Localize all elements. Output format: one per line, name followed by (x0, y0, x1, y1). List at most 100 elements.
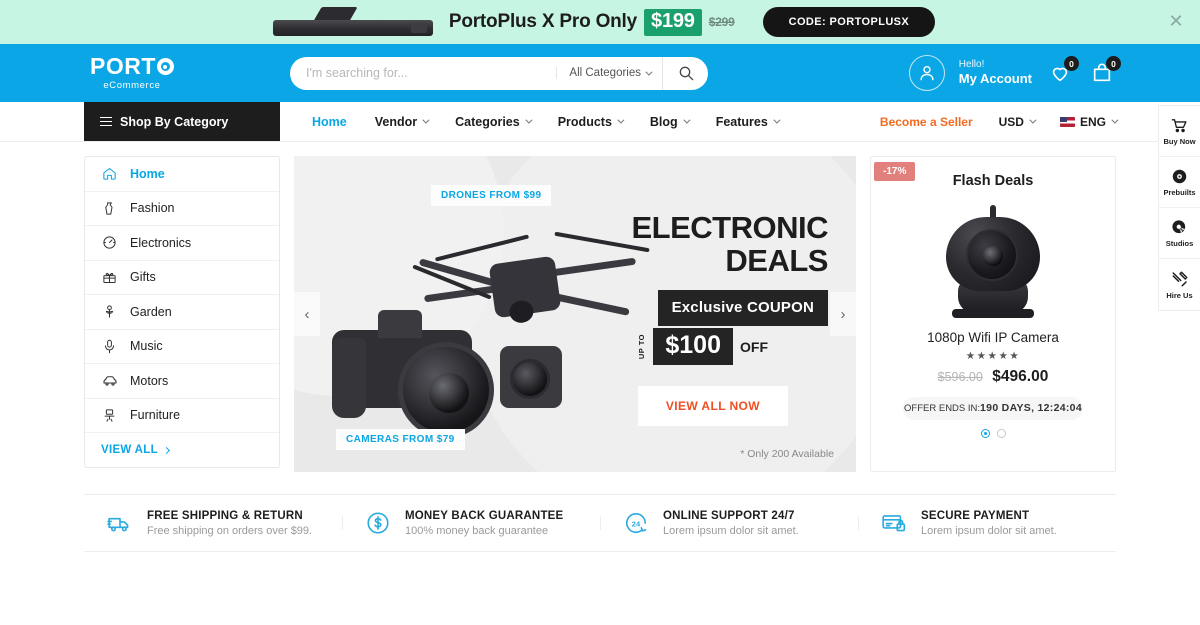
flash-product-image[interactable] (938, 203, 1048, 318)
discount-badge: -17% (874, 162, 916, 181)
logo[interactable]: PORT eCommerce (84, 55, 180, 91)
nav-item-label: Home (312, 114, 347, 129)
chevron-down-icon (645, 68, 653, 76)
promo-code-value: PORTOPLUSX (829, 16, 910, 28)
right-float-panel: Buy Now Prebuilts Studios Hire Us (1158, 105, 1200, 311)
sidebar-item-electronics[interactable]: Electronics (85, 226, 279, 261)
sidebar-item-gifts[interactable]: Gifts (85, 261, 279, 295)
promo-code-button[interactable]: CODE: PORTOPLUSX (762, 7, 936, 37)
sidebar-item-fashion[interactable]: Fashion (85, 192, 279, 226)
site-header: PORT eCommerce All Categories (0, 44, 1200, 102)
float-item-hire-us[interactable]: Hire Us (1159, 259, 1200, 310)
pagination-dot-1[interactable] (980, 429, 990, 438)
search-button[interactable] (662, 56, 708, 90)
cursor-target-icon (1172, 219, 1186, 233)
sidebar-item-label: Music (130, 339, 163, 354)
search-category-select[interactable]: All Categories (556, 67, 662, 79)
sidebar-item-home[interactable]: Home (85, 157, 279, 192)
carousel-prev-button[interactable]: ‹ (294, 292, 320, 336)
hero-upto-label: UP TO (637, 333, 647, 360)
float-item-label: Hire Us (1166, 290, 1193, 300)
hero-cta-button[interactable]: VIEW ALL NOW (637, 386, 788, 426)
nav-item-categories[interactable]: Categories (455, 115, 533, 129)
feature-title: SECURE PAYMENT (921, 509, 1030, 522)
currency-label: USD (998, 114, 1024, 129)
feature-subtitle: Lorem ipsum dolor sit amet. (663, 524, 799, 537)
promo-headline: PortoPlus X Pro Only (448, 11, 638, 32)
gift-icon (101, 269, 118, 286)
coupon-bold-text: COUPON (746, 299, 814, 316)
chevron-down-icon (525, 116, 533, 124)
cart-button[interactable]: 0 (1088, 56, 1121, 87)
float-item-prebuilts[interactable]: Prebuilts (1159, 157, 1200, 208)
account-greeting: Hello! (958, 58, 985, 70)
nav-item-blog[interactable]: Blog (650, 115, 691, 129)
sidebar-item-label: Garden (130, 304, 172, 319)
sidebar-item-motors[interactable]: Motors (85, 364, 279, 399)
nav-item-vendor[interactable]: Vendor (375, 115, 430, 129)
flash-product-name[interactable]: 1080p Wifi IP Camera (871, 330, 1115, 345)
action-camera-image (500, 346, 562, 408)
logo-subtitle: eCommerce (103, 80, 161, 91)
account-name: My Account (958, 71, 1032, 87)
feature-subtitle: Lorem ipsum dolor sit amet. (921, 524, 1057, 537)
close-icon[interactable]: ✕ (1166, 12, 1186, 32)
search-bar: All Categories (290, 56, 708, 90)
sidebar-item-label: Fashion (130, 201, 175, 216)
shop-by-category-button[interactable]: Shop By Category (84, 102, 280, 141)
avatar[interactable] (908, 55, 945, 91)
disc-icon (1172, 169, 1187, 183)
feature-subtitle: Free shipping on orders over $99. (147, 524, 313, 537)
search-category-label: All Categories (569, 67, 641, 79)
card-lock-icon (880, 509, 908, 537)
hero-title: ELECTRONIC DEALS (632, 211, 829, 278)
logo-o-icon (156, 58, 174, 75)
sidebar-item-furniture[interactable]: Furniture (85, 399, 279, 433)
logo-main-text: PORT (90, 53, 156, 79)
flash-prices: $596.00 $496.00 (871, 368, 1115, 386)
home-icon (101, 165, 118, 182)
nav-item-features[interactable]: Features (715, 114, 781, 129)
support-24-icon: 24 (622, 509, 650, 537)
svg-text:24: 24 (632, 519, 641, 528)
hero-title-line2: DEALS (725, 243, 828, 279)
sidebar-item-label: Motors (130, 373, 169, 388)
search-input[interactable] (290, 66, 557, 80)
wishlist-button[interactable]: 0 (1046, 56, 1079, 87)
chevron-right-icon (162, 446, 170, 454)
currency-selector[interactable]: USD (998, 114, 1037, 129)
nav-item-label: Features (715, 114, 768, 129)
user-icon (920, 65, 934, 81)
language-selector[interactable]: ENG (1059, 114, 1119, 129)
chevron-down-icon (1111, 116, 1119, 124)
become-a-seller-link[interactable]: Become a Seller (880, 115, 973, 129)
flash-old-price: $596.00 (937, 370, 983, 384)
wishlist-count: 0 (1064, 56, 1079, 71)
sidebar-item-label: Furniture (130, 408, 181, 423)
feature-subtitle: 100% money back guarantee (405, 524, 549, 537)
language-label: ENG (1079, 114, 1106, 129)
nav-item-label: Products (557, 114, 612, 129)
sidebar-view-all-link[interactable]: VIEW ALL (85, 433, 279, 467)
sidebar-item-label: Electronics (130, 235, 192, 250)
sidebar-item-garden[interactable]: Garden (85, 295, 279, 330)
nav-item-products[interactable]: Products (557, 114, 625, 129)
hero-off-label: OFF (740, 338, 768, 355)
dress-icon (101, 200, 118, 217)
feature-title: MONEY BACK GUARANTEE (405, 509, 564, 522)
float-item-label: Studios (1165, 238, 1194, 248)
main-content: Home Fashion Electronics Gifts Garden Mu… (0, 142, 1200, 472)
hamburger-icon (100, 116, 112, 127)
float-item-studios[interactable]: Studios (1159, 208, 1200, 259)
feature-free-shipping: FREE SHIPPING & RETURN Free shipping on … (84, 509, 342, 537)
account-text[interactable]: Hello! My Account (959, 59, 1032, 88)
carousel-next-button[interactable]: › (830, 292, 856, 336)
cart-icon (1171, 118, 1187, 132)
flash-deals-card: -17% Flash Deals 1080p Wifi IP Camera ★★… (870, 156, 1116, 472)
sidebar-item-music[interactable]: Music (85, 330, 279, 364)
chair-icon (101, 407, 118, 424)
float-item-buy-now[interactable]: Buy Now (1159, 106, 1200, 157)
logo-text: PORT (84, 55, 180, 78)
nav-item-home[interactable]: Home (312, 115, 347, 129)
pagination-dot-2[interactable] (996, 429, 1006, 438)
